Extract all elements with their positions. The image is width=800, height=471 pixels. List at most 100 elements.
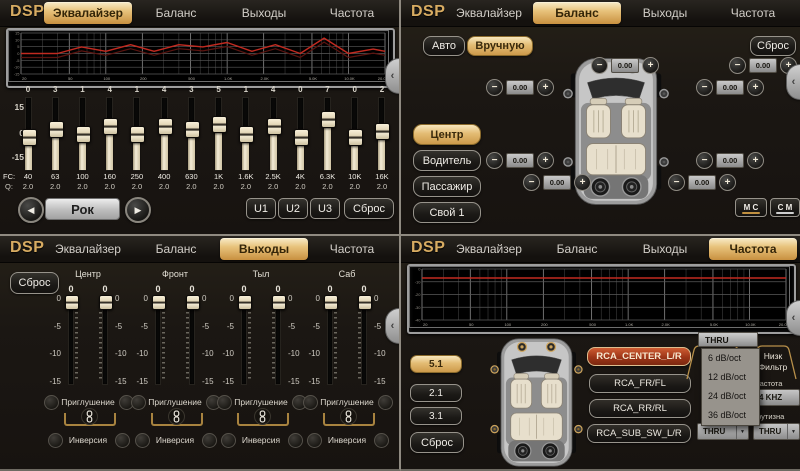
balance-reset-button[interactable]: Сброс <box>750 36 796 56</box>
mute-toggle[interactable] <box>44 395 59 410</box>
tab-equalizer[interactable]: Эквалайзер <box>44 238 132 260</box>
slider-knob[interactable] <box>185 121 200 138</box>
output-slider-knob[interactable] <box>324 295 338 310</box>
slider-knob[interactable] <box>348 129 363 146</box>
plus-button[interactable]: + <box>642 57 659 74</box>
plus-button[interactable]: + <box>537 152 554 169</box>
slope-option[interactable]: 36 dB/oct <box>702 406 759 425</box>
slider-knob[interactable] <box>294 129 309 146</box>
slope-option[interactable]: 12 dB/oct <box>702 368 759 387</box>
slider-knob[interactable] <box>267 118 282 135</box>
cm-mode-button[interactable]: C M <box>770 198 800 217</box>
output-slider-knob[interactable] <box>152 295 166 310</box>
invert-toggle[interactable] <box>374 433 389 448</box>
minus-button[interactable]: − <box>729 57 746 74</box>
slope-option[interactable]: 6 dB/oct <box>702 349 759 368</box>
mute-toggle[interactable] <box>378 395 393 410</box>
slider-knob[interactable] <box>49 121 64 138</box>
slider-knob[interactable] <box>103 118 118 135</box>
tab-balance[interactable]: Баланс <box>533 2 621 24</box>
balance-preset-custom1[interactable]: Свой 1 <box>413 202 481 223</box>
tab-outputs[interactable]: Выходы <box>220 2 308 24</box>
invert-toggle[interactable] <box>202 433 217 448</box>
panel-slide-handle[interactable]: ‹ <box>786 64 800 100</box>
slider-knob[interactable] <box>321 111 336 128</box>
panel-slide-handle[interactable]: ‹ <box>385 308 399 344</box>
user-preset-3-button[interactable]: U3 <box>310 198 340 219</box>
mute-toggle[interactable] <box>303 395 318 410</box>
balance-manual-button[interactable]: Вручную <box>467 36 533 56</box>
slider-knob[interactable] <box>76 126 91 143</box>
balance-preset-center[interactable]: Центр <box>413 124 481 145</box>
minus-button[interactable]: − <box>486 152 503 169</box>
slider-knob[interactable] <box>130 126 145 143</box>
low-filter-slope-select[interactable]: THRU▼ <box>753 423 800 440</box>
tab-frequency[interactable]: Частота <box>308 2 396 24</box>
preset-display-button[interactable]: Рок <box>45 198 120 220</box>
tab-outputs[interactable]: Выходы <box>220 238 308 260</box>
link-channels-icon[interactable] <box>340 408 357 425</box>
tab-equalizer[interactable]: Эквалайзер <box>44 2 132 24</box>
link-channels-icon[interactable] <box>254 408 271 425</box>
tab-outputs[interactable]: Выходы <box>621 2 709 24</box>
invert-toggle[interactable] <box>307 433 322 448</box>
rca-rear-button[interactable]: RCA_RR/RL <box>589 399 691 418</box>
mc-mode-button[interactable]: M C <box>735 198 767 217</box>
tab-frequency[interactable]: Частота <box>308 238 396 260</box>
rca-center-button[interactable]: RCA_CENTER_L/R <box>587 347 691 366</box>
balance-auto-button[interactable]: Авто <box>423 36 465 56</box>
invert-toggle[interactable] <box>48 433 63 448</box>
plus-button[interactable]: + <box>537 79 554 96</box>
output-slider-knob[interactable] <box>238 295 252 310</box>
plus-button[interactable]: + <box>747 152 764 169</box>
xo-reset-button[interactable]: Сброс <box>410 432 464 453</box>
tab-frequency[interactable]: Частота <box>709 238 797 260</box>
panel-slide-handle[interactable]: ‹ <box>786 300 800 336</box>
rca-front-button[interactable]: RCA_FR/FL <box>589 374 691 393</box>
slope-dropdown-selected[interactable]: THRU <box>698 332 758 347</box>
plus-button[interactable]: + <box>719 174 736 191</box>
output-slider-knob[interactable] <box>358 295 372 310</box>
output-slider-knob[interactable] <box>272 295 286 310</box>
minus-button[interactable]: − <box>523 174 540 191</box>
user-preset-2-button[interactable]: U2 <box>278 198 308 219</box>
slider-knob[interactable] <box>158 118 173 135</box>
link-channels-icon[interactable] <box>168 408 185 425</box>
balance-preset-driver[interactable]: Водитель <box>413 150 481 171</box>
tab-balance[interactable]: Баланс <box>132 238 220 260</box>
plus-button[interactable]: + <box>574 174 591 191</box>
tab-equalizer[interactable]: Эквалайзер <box>445 2 533 24</box>
invert-toggle[interactable] <box>115 433 130 448</box>
plus-button[interactable]: + <box>747 79 764 96</box>
mute-toggle[interactable] <box>131 395 146 410</box>
tab-equalizer[interactable]: Эквалайзер <box>445 238 533 260</box>
tab-outputs[interactable]: Выходы <box>621 238 709 260</box>
output-slider-knob[interactable] <box>186 295 200 310</box>
panel-slide-handle[interactable]: ‹ <box>385 58 399 94</box>
output-slider-knob[interactable] <box>65 295 79 310</box>
link-channels-icon[interactable] <box>81 408 98 425</box>
mode-5-1-button[interactable]: 5.1 <box>410 355 462 373</box>
preset-prev-button[interactable]: ◀ <box>18 197 44 223</box>
balance-preset-passenger[interactable]: Пассажир <box>413 176 481 197</box>
mode-2-1-button[interactable]: 2.1 <box>410 384 462 402</box>
tab-balance[interactable]: Баланс <box>533 238 621 260</box>
tab-balance[interactable]: Баланс <box>132 2 220 24</box>
slope-option[interactable]: 24 dB/oct <box>702 387 759 406</box>
slider-knob[interactable] <box>239 126 254 143</box>
preset-next-button[interactable]: ▶ <box>125 197 151 223</box>
invert-toggle[interactable] <box>288 433 303 448</box>
tab-frequency[interactable]: Частота <box>709 2 797 24</box>
invert-toggle[interactable] <box>135 433 150 448</box>
mode-3-1-button[interactable]: 3.1 <box>410 407 462 425</box>
slider-knob[interactable] <box>212 116 227 133</box>
minus-button[interactable]: − <box>696 79 713 96</box>
slider-knob[interactable] <box>22 129 37 146</box>
user-preset-1-button[interactable]: U1 <box>246 198 276 219</box>
minus-button[interactable]: − <box>696 152 713 169</box>
eq-reset-button[interactable]: Сброс <box>344 198 394 219</box>
outputs-reset-button[interactable]: Сброс <box>10 272 59 294</box>
minus-button[interactable]: − <box>486 79 503 96</box>
invert-toggle[interactable] <box>221 433 236 448</box>
minus-button[interactable]: − <box>591 57 608 74</box>
